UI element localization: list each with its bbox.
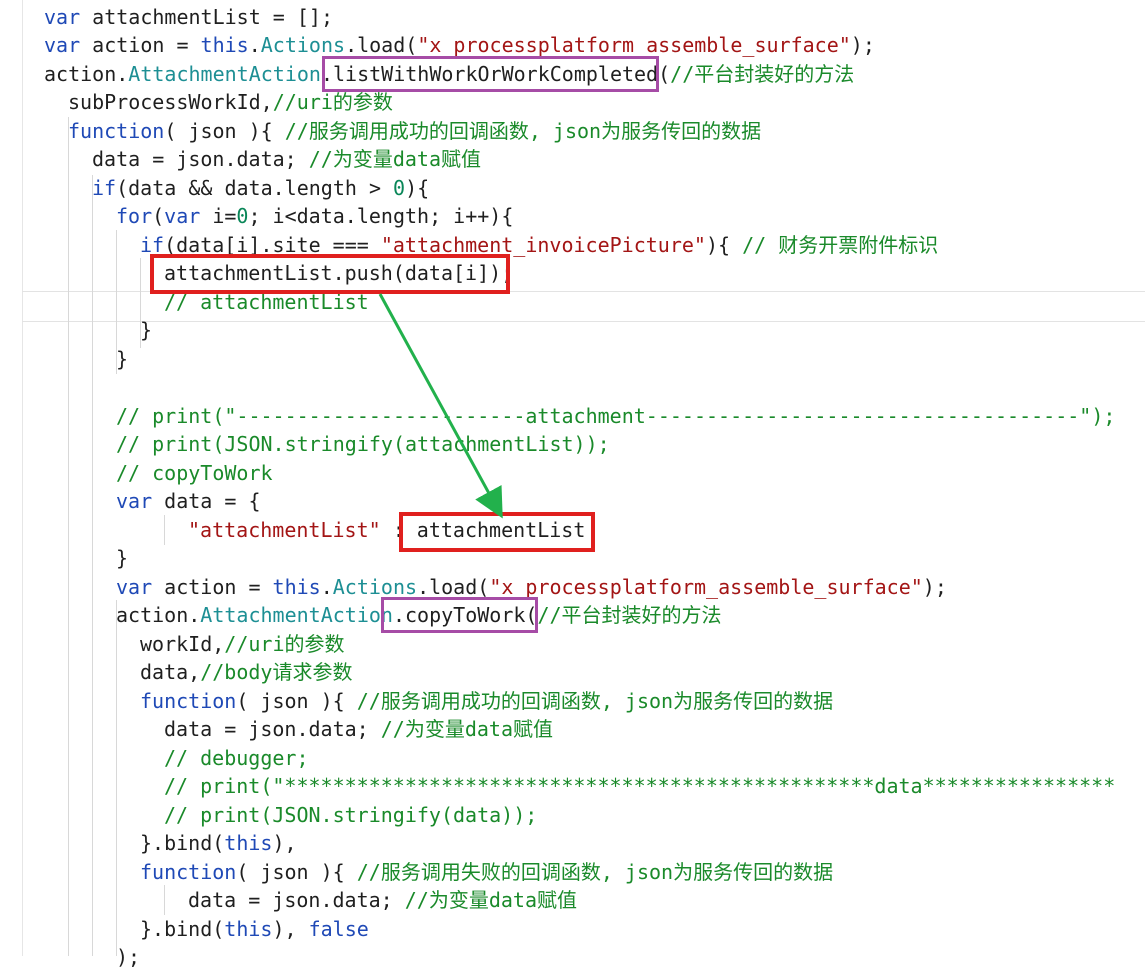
flow-arrow	[378, 293, 503, 519]
